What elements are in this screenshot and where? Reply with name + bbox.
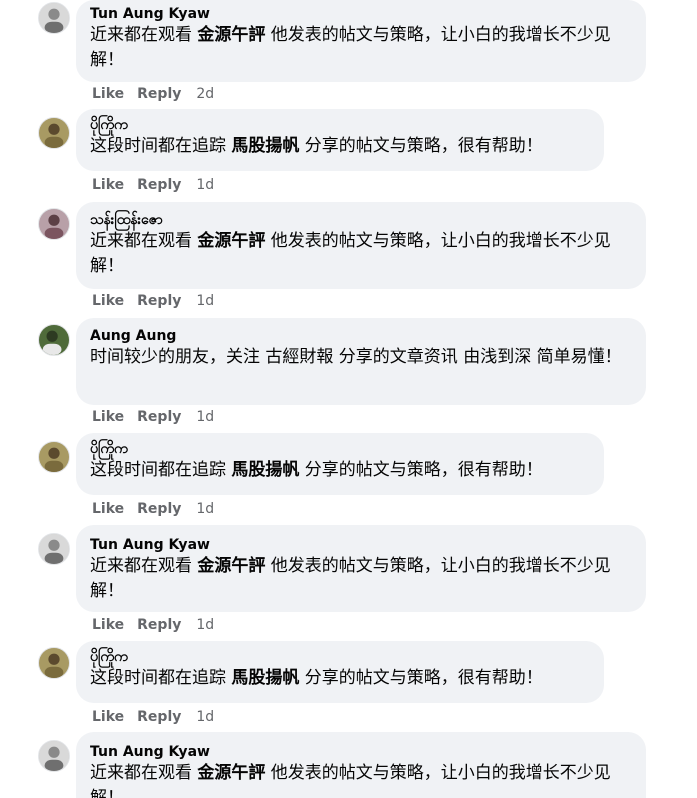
comment-actions: Like Reply 1d (92, 617, 227, 633)
comment-bubble: Aung Aung 时间较少的朋友，关注 古經財報 分享的文章资讯 由浅到深 简… (76, 318, 646, 405)
comment-author[interactable]: ပိုကြိုက (90, 117, 592, 133)
reply-button[interactable]: Reply (137, 617, 181, 633)
comment-author[interactable]: Tun Aung Kyaw (90, 6, 634, 22)
timestamp[interactable]: 1d (196, 617, 214, 633)
comment-actions: Like Reply 1d (92, 293, 227, 309)
comment-author[interactable]: သန်းထြန်းဇော (90, 212, 634, 228)
avatar[interactable] (38, 2, 70, 34)
mentioned-page-link[interactable]: 馬股揚帆 (231, 136, 299, 156)
timestamp[interactable]: 1d (196, 409, 214, 425)
reply-button[interactable]: Reply (137, 501, 181, 517)
comment-actions: Like Reply 1d (92, 501, 227, 517)
comment-author[interactable]: Tun Aung Kyaw (90, 744, 634, 760)
profile-photo-icon (39, 534, 69, 564)
comment-author[interactable]: Aung Aung (90, 328, 634, 344)
comment-bubble: Tun Aung Kyaw 近来都在观看 金源午評 他发表的帖文与策略，让小白的… (76, 732, 646, 798)
like-button[interactable]: Like (92, 617, 124, 633)
timestamp[interactable]: 1d (196, 709, 214, 725)
profile-photo-icon (39, 325, 69, 355)
like-button[interactable]: Like (92, 86, 124, 102)
timestamp[interactable]: 2d (196, 86, 214, 102)
comments-feed: Tun Aung Kyaw 近来都在观看 金源午評 他发表的帖文与策略，让小白的… (0, 0, 697, 798)
comment-actions: Like Reply 2d (92, 86, 227, 102)
comment-actions: Like Reply 1d (92, 177, 227, 193)
reply-button[interactable]: Reply (137, 86, 181, 102)
comment-text: 这段时间都在追踪 馬股揚帆 分享的帖文与策略，很有帮助！ (90, 460, 543, 480)
mentioned-page-link[interactable]: 金源午評 (197, 25, 265, 45)
mentioned-page-link[interactable]: 古經財報 (265, 347, 333, 367)
comment-actions: Like Reply 1d (92, 409, 227, 425)
like-button[interactable]: Like (92, 501, 124, 517)
like-button[interactable]: Like (92, 177, 124, 193)
profile-photo-icon (39, 741, 69, 771)
profile-photo-icon (39, 648, 69, 678)
comment-author[interactable]: ပိုကြိုက (90, 441, 592, 457)
comment-bubble: Tun Aung Kyaw 近来都在观看 金源午評 他发表的帖文与策略，让小白的… (76, 525, 646, 612)
comment-text: 时间较少的朋友，关注 古經財報 分享的文章资讯 由浅到深 简单易懂！ (90, 347, 622, 367)
comment-text: 近来都在观看 金源午評 他发表的帖文与策略，让小白的我增长不少见解！ (90, 763, 611, 798)
mentioned-page-link[interactable]: 馬股揚帆 (231, 668, 299, 688)
comment-text: 这段时间都在追踪 馬股揚帆 分享的帖文与策略，很有帮助！ (90, 136, 543, 156)
comment-bubble: ပိုကြိုက 这段时间都在追踪 馬股揚帆 分享的帖文与策略，很有帮助！ (76, 109, 604, 171)
reply-button[interactable]: Reply (137, 709, 181, 725)
timestamp[interactable]: 1d (196, 293, 214, 309)
comment-bubble: ပိုကြိုက 这段时间都在追踪 馬股揚帆 分享的帖文与策略，很有帮助！ (76, 641, 604, 703)
timestamp[interactable]: 1d (196, 501, 214, 517)
avatar[interactable] (38, 647, 70, 679)
comment-author[interactable]: ပိုကြိုက (90, 649, 592, 665)
mentioned-page-link[interactable]: 馬股揚帆 (231, 460, 299, 480)
reply-button[interactable]: Reply (137, 409, 181, 425)
timestamp[interactable]: 1d (196, 177, 214, 193)
avatar[interactable] (38, 740, 70, 772)
comment-text: 近来都在观看 金源午評 他发表的帖文与策略，让小白的我增长不少见解！ (90, 556, 611, 601)
reply-button[interactable]: Reply (137, 293, 181, 309)
comment-bubble: ပိုကြိုက 这段时间都在追踪 馬股揚帆 分享的帖文与策略，很有帮助！ (76, 433, 604, 495)
profile-photo-icon (39, 118, 69, 148)
comment-bubble: Tun Aung Kyaw 近来都在观看 金源午評 他发表的帖文与策略，让小白的… (76, 0, 646, 82)
like-button[interactable]: Like (92, 709, 124, 725)
mentioned-page-link[interactable]: 金源午評 (197, 556, 265, 576)
avatar[interactable] (38, 117, 70, 149)
avatar[interactable] (38, 533, 70, 565)
mentioned-page-link[interactable]: 金源午評 (197, 763, 265, 783)
like-button[interactable]: Like (92, 409, 124, 425)
comment-bubble: သန်းထြန်းဇော 近来都在观看 金源午評 他发表的帖文与策略，让小白的我… (76, 202, 646, 289)
like-button[interactable]: Like (92, 293, 124, 309)
reply-button[interactable]: Reply (137, 177, 181, 193)
comment-text: 近来都在观看 金源午評 他发表的帖文与策略，让小白的我增长不少见解！ (90, 231, 611, 276)
avatar[interactable] (38, 441, 70, 473)
comment-actions: Like Reply 1d (92, 709, 227, 725)
comment-text: 近来都在观看 金源午評 他发表的帖文与策略，让小白的我增长不少见解！ (90, 25, 611, 70)
profile-photo-icon (39, 3, 69, 33)
mentioned-page-link[interactable]: 金源午評 (197, 231, 265, 251)
avatar[interactable] (38, 208, 70, 240)
profile-photo-icon (39, 442, 69, 472)
avatar[interactable] (38, 324, 70, 356)
comment-author[interactable]: Tun Aung Kyaw (90, 537, 634, 553)
comment-text: 这段时间都在追踪 馬股揚帆 分享的帖文与策略，很有帮助！ (90, 668, 543, 688)
profile-photo-icon (39, 209, 69, 239)
